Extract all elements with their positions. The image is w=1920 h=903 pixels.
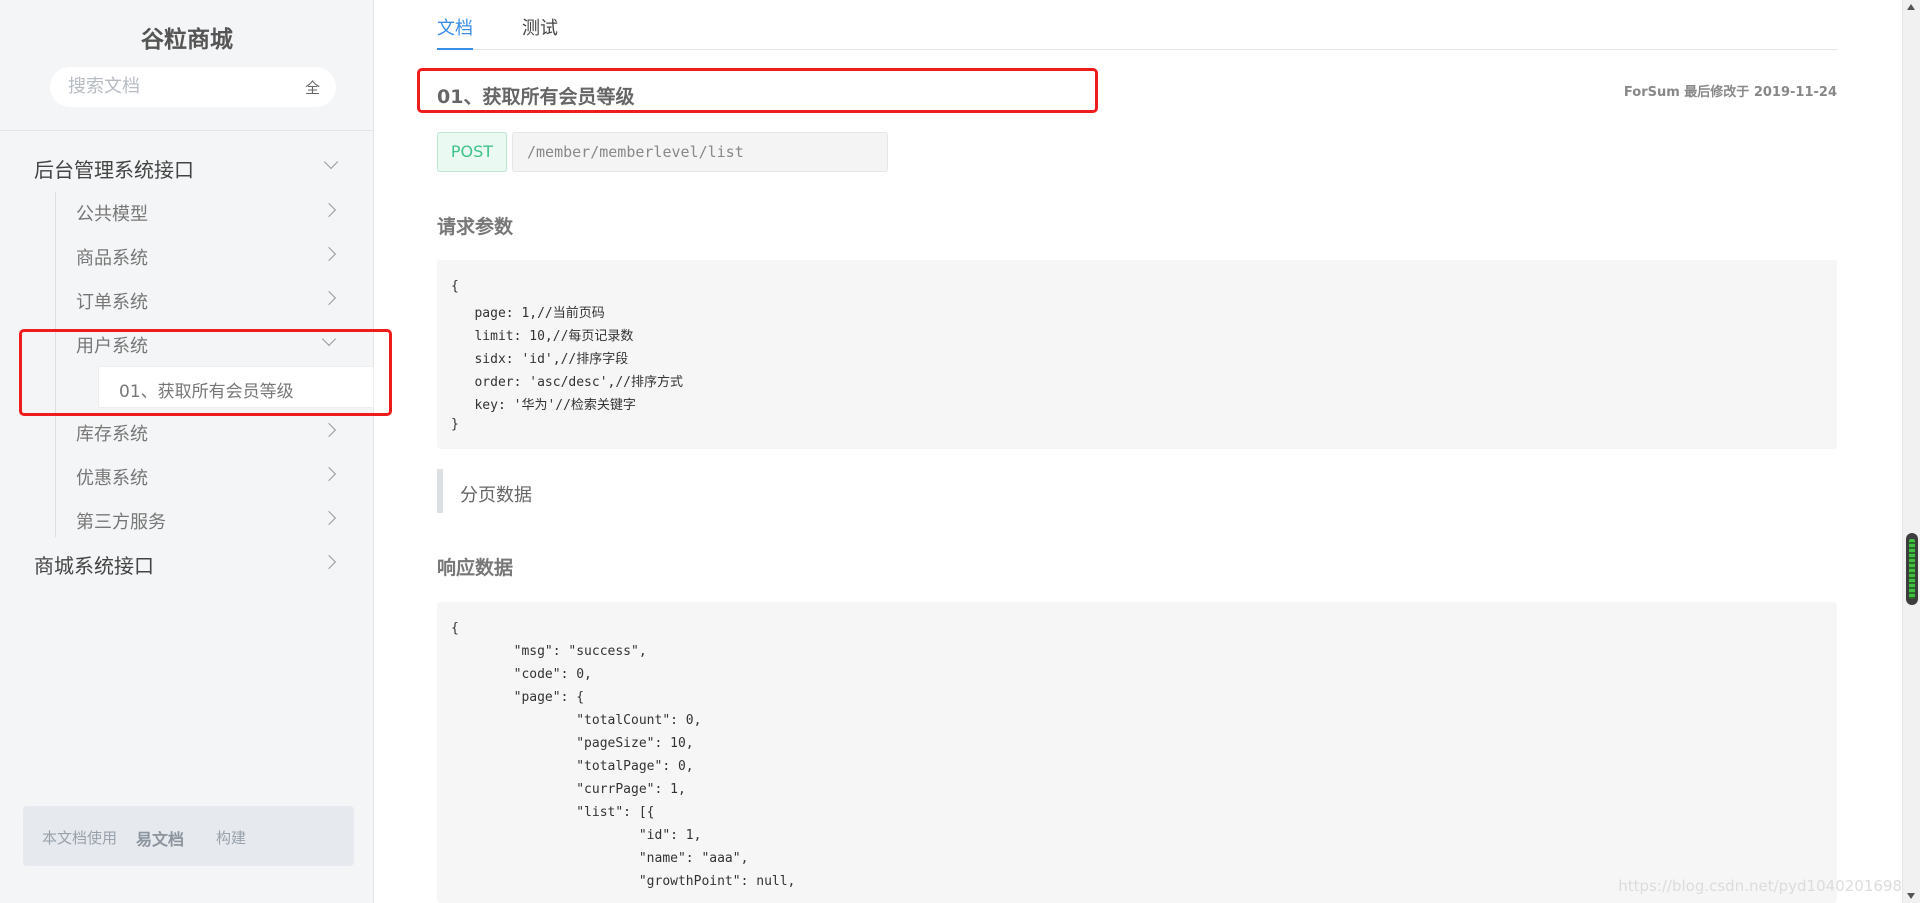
- built-with-suffix: 构建: [216, 829, 247, 847]
- sidebar-item-third-party[interactable]: 第三方服务: [76, 501, 344, 537]
- code-line: "totalCount": 0,: [451, 713, 702, 728]
- scrollbar-thumb[interactable]: [1906, 533, 1918, 605]
- sidebar-item-label: 库存系统: [76, 424, 148, 445]
- sidebar-item-product-system[interactable]: 商品系统: [76, 237, 344, 273]
- chevron-right-icon: [321, 246, 337, 262]
- nav-group-admin-api[interactable]: 后台管理系统接口: [34, 149, 344, 185]
- sidebar-item-label: 订单系统: [76, 292, 148, 313]
- sidebar-item-inventory-system[interactable]: 库存系统: [76, 413, 344, 449]
- request-params-heading: 请求参数: [437, 216, 514, 238]
- built-with-badge[interactable]: 本文档使用 易文档 构建: [23, 806, 354, 866]
- chevron-right-icon: [321, 466, 337, 482]
- code-line: "code": 0,: [451, 667, 592, 682]
- sidebar-item-label: 商品系统: [76, 248, 148, 269]
- request-code-block: { page: 1,//当前页码 limit: 10,//每页记录数 sidx:…: [437, 260, 1837, 449]
- nav-group-label: 商城系统接口: [34, 554, 154, 578]
- scroll-up-icon[interactable]: [1907, 4, 1915, 10]
- code-line: "list": [{: [451, 805, 655, 820]
- nav-group-mall-api[interactable]: 商城系统接口: [34, 545, 344, 581]
- search-box: 全: [50, 67, 336, 107]
- code-line: "currPage": 1,: [451, 782, 686, 797]
- code-line: limit: 10,//每页记录数: [451, 329, 634, 344]
- tab-docs[interactable]: 文档: [437, 14, 473, 40]
- code-line: "page": {: [451, 690, 585, 705]
- chevron-right-icon: [321, 422, 337, 438]
- sidebar: 谷粒商城 全 后台管理系统接口 公共模型 商品系统 订单系统 用户系统 01、获…: [0, 0, 374, 903]
- chevron-right-icon: [321, 554, 337, 570]
- scrollbar-thumb-grip: [1909, 539, 1915, 599]
- red-highlight-box: [417, 68, 1098, 113]
- search-scope-toggle[interactable]: 全: [305, 77, 320, 98]
- sidebar-item-coupon-system[interactable]: 优惠系统: [76, 457, 344, 493]
- code-line: order: 'asc/desc',//排序方式: [451, 375, 684, 390]
- tab-bar: 文档 测试: [437, 0, 1837, 50]
- sidebar-item-label: 第三方服务: [76, 512, 166, 533]
- sidebar-item-order-system[interactable]: 订单系统: [76, 281, 344, 317]
- blockquote-bar: [437, 469, 443, 513]
- response-data-heading: 响应数据: [437, 557, 514, 579]
- sidebar-item-common-model[interactable]: 公共模型: [76, 193, 344, 229]
- red-highlight-box: [19, 329, 392, 416]
- tab-active-indicator: [437, 48, 473, 50]
- code-line: sidx: 'id',//排序字段: [451, 352, 629, 367]
- chevron-right-icon: [321, 290, 337, 306]
- tab-test[interactable]: 测试: [522, 14, 558, 40]
- code-line: key: '华为'//检索关键字: [451, 398, 636, 413]
- code-line: }: [451, 417, 459, 432]
- scrollbar[interactable]: [1902, 0, 1920, 903]
- last-modified-meta: ForSum 最后修改于 2019-11-24: [1623, 85, 1837, 100]
- sidebar-item-label: 公共模型: [76, 204, 148, 225]
- nav-group-label: 后台管理系统接口: [34, 158, 194, 182]
- chevron-right-icon: [321, 202, 337, 218]
- code-line: "pageSize": 10,: [451, 736, 694, 751]
- code-line: "name": "aaa",: [451, 851, 749, 866]
- search-input[interactable]: [68, 76, 268, 97]
- scroll-down-icon[interactable]: [1907, 893, 1915, 899]
- chevron-right-icon: [321, 510, 337, 526]
- watermark: https://blog.csdn.net/pyd1040201698: [1618, 877, 1902, 895]
- code-line: {: [451, 621, 459, 636]
- blockquote-text: 分页数据: [460, 485, 532, 506]
- code-line: "id": 1,: [451, 828, 702, 843]
- sidebar-item-label: 优惠系统: [76, 468, 148, 489]
- sidebar-divider: [0, 130, 374, 131]
- response-code-block: { "msg": "success", "code": 0, "page": {…: [437, 602, 1837, 903]
- chevron-down-icon: [323, 154, 339, 170]
- code-line: "growthPoint": null,: [451, 874, 796, 889]
- app-title: 谷粒商城: [141, 27, 233, 53]
- code-line: "totalPage": 0,: [451, 759, 694, 774]
- built-with-prefix: 本文档使用: [42, 829, 118, 847]
- http-method-badge: POST: [437, 132, 507, 172]
- code-line: {: [451, 279, 459, 294]
- code-line: "msg": "success",: [451, 644, 647, 659]
- built-with-brand: 易文档: [136, 830, 185, 849]
- endpoint-url: /member/memberlevel/list: [512, 132, 888, 172]
- code-line: page: 1,//当前页码: [451, 306, 605, 321]
